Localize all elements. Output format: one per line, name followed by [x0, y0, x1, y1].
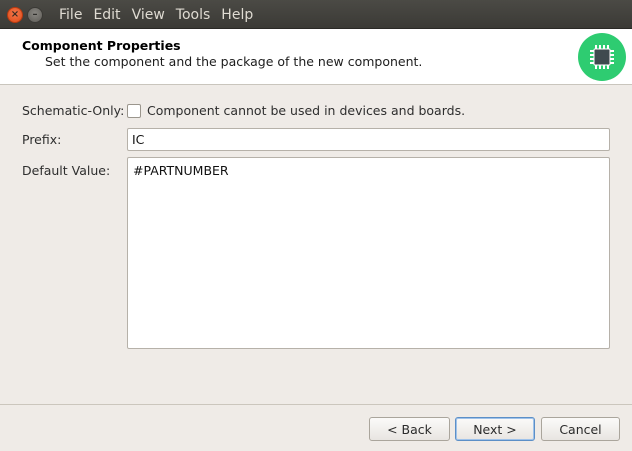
schematic-only-checkbox-text[interactable]: Component cannot be used in devices and … — [147, 103, 465, 118]
default-value-textarea[interactable]: #PARTNUMBER — [127, 157, 610, 349]
page-title: Component Properties — [22, 38, 181, 53]
minimize-icon: – — [32, 9, 38, 20]
schematic-only-label: Schematic-Only: — [22, 103, 125, 118]
next-button[interactable]: Next > — [455, 417, 535, 441]
back-button[interactable]: < Back — [369, 417, 450, 441]
window-minimize-button[interactable]: – — [27, 7, 43, 23]
menu-bar: File Edit View Tools Help — [59, 0, 264, 29]
close-icon: × — [10, 9, 20, 20]
chip-icon — [578, 33, 626, 81]
title-bar: × – File Edit View Tools Help — [0, 0, 632, 29]
menu-help[interactable]: Help — [221, 7, 253, 23]
menu-view[interactable]: View — [132, 7, 165, 23]
default-value-label: Default Value: — [22, 163, 111, 178]
menu-edit[interactable]: Edit — [93, 7, 120, 23]
window-close-button[interactable]: × — [7, 7, 23, 23]
prefix-label: Prefix: — [22, 132, 62, 147]
menu-tools[interactable]: Tools — [176, 7, 211, 23]
menu-file[interactable]: File — [59, 7, 82, 23]
footer-divider — [0, 404, 632, 405]
page-subtitle: Set the component and the package of the… — [45, 54, 423, 69]
schematic-only-checkbox[interactable] — [127, 104, 141, 118]
prefix-input[interactable]: IC — [127, 128, 610, 151]
wizard-header: Component Properties Set the component a… — [0, 29, 632, 85]
cancel-button[interactable]: Cancel — [541, 417, 620, 441]
